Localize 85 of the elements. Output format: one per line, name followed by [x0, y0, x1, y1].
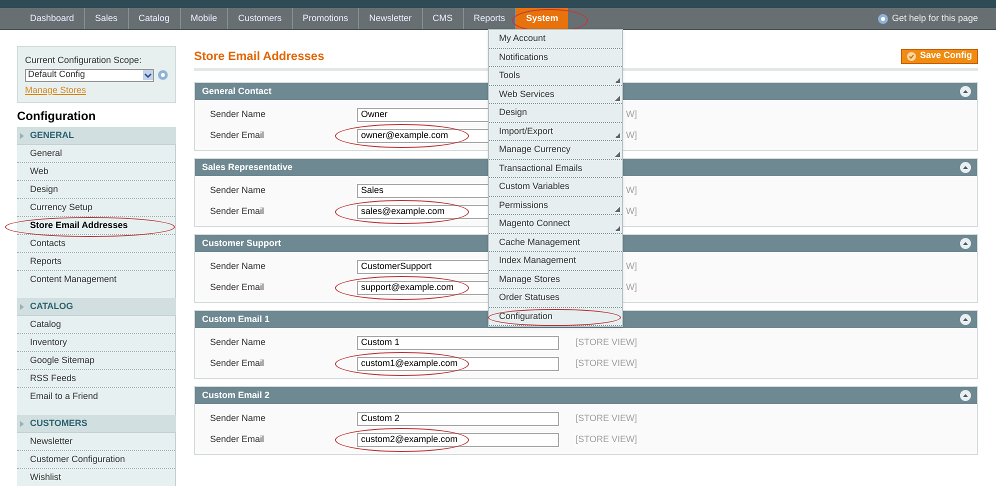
- sidebar-item[interactable]: Currency Setup: [17, 199, 175, 217]
- field-label: Sender Name: [209, 336, 267, 350]
- sidebar-item[interactable]: Inventory: [17, 334, 175, 352]
- sidebar-item[interactable]: Web: [17, 163, 175, 181]
- nav-tab[interactable]: Mobile: [180, 8, 228, 29]
- menu-item[interactable]: Order Statuses: [489, 289, 622, 308]
- sidebar-item[interactable]: Contacts: [17, 235, 175, 253]
- field-label: Sender Email: [209, 129, 266, 142]
- scope-label: W]: [626, 129, 637, 142]
- expand-arrow-icon: [20, 304, 24, 310]
- field-label: Sender Email: [209, 205, 266, 218]
- menu-item[interactable]: Tools: [489, 67, 622, 86]
- help-icon: [878, 14, 888, 24]
- help-link[interactable]: Get help for this page: [892, 12, 978, 26]
- expand-arrow-icon: [20, 420, 24, 426]
- menu-item[interactable]: Transactional Emails: [489, 160, 622, 178]
- sidebar-item[interactable]: RSS Feeds: [17, 370, 175, 388]
- menu-item[interactable]: Notifications: [489, 48, 622, 67]
- section-title: Custom Email 1: [202, 312, 270, 326]
- text-field[interactable]: Custom 2: [357, 412, 559, 426]
- sidebar-item[interactable]: Google Sitemap: [17, 352, 175, 370]
- field-label: Sender Email: [209, 357, 266, 370]
- menu-item[interactable]: Cache Management: [489, 234, 622, 252]
- scope-label: [STORE VIEW]: [576, 357, 637, 370]
- section-title: Custom Email 2: [202, 388, 270, 402]
- sidebar-item[interactable]: Customer Configuration: [17, 451, 175, 469]
- menu-item[interactable]: Index Management: [489, 252, 622, 270]
- collapse-icon[interactable]: [960, 314, 971, 325]
- section-title: Customer Support: [202, 236, 282, 250]
- section-title: General Contact: [202, 84, 272, 98]
- page-title: Store Email Addresses: [194, 48, 324, 65]
- scope-label: [STORE VIEW]: [576, 336, 637, 350]
- sidebar-item[interactable]: Newsletter: [17, 433, 175, 451]
- sidebar-item[interactable]: Reports: [17, 253, 175, 271]
- text-field[interactable]: custom1@example.com: [357, 357, 559, 371]
- field-label: Sender Name: [209, 108, 267, 122]
- sidebar-item[interactable]: Catalog: [17, 316, 175, 334]
- dropdown-icon: [143, 70, 154, 80]
- menu-item[interactable]: Manage Stores: [489, 270, 622, 289]
- scope-select[interactable]: Default Config: [25, 68, 154, 82]
- scope-label: W]: [626, 260, 637, 274]
- menu-item[interactable]: Configuration: [489, 308, 622, 326]
- text-field[interactable]: custom2@example.com: [357, 433, 559, 447]
- menu-item[interactable]: Import/Export: [489, 122, 622, 141]
- sidebar-item[interactable]: Content Management: [17, 271, 175, 289]
- collapse-icon[interactable]: [960, 390, 971, 401]
- nav-tab[interactable]: Customers: [228, 8, 293, 29]
- text-field[interactable]: Custom 1: [357, 336, 559, 350]
- scope-label: W]: [626, 281, 637, 294]
- nav-tab[interactable]: Dashboard: [20, 8, 86, 29]
- scope-label: [STORE VIEW]: [576, 412, 637, 426]
- scope-label: W]: [626, 108, 637, 122]
- scope-label: [STORE VIEW]: [576, 433, 637, 446]
- nav-tab[interactable]: Promotions: [292, 8, 360, 29]
- sidebar-item[interactable]: Store Email Addresses: [17, 217, 175, 235]
- scope-label: W]: [626, 184, 637, 198]
- collapse-icon[interactable]: [960, 162, 971, 173]
- nav-tab[interactable]: Sales: [85, 8, 129, 29]
- scope-label: W]: [626, 205, 637, 218]
- section-title: Sales Representative: [202, 160, 293, 174]
- field-label: Sender Name: [209, 412, 267, 426]
- scope-label: Current Configuration Scope:: [25, 54, 143, 67]
- sidebar-item[interactable]: Design: [17, 181, 175, 199]
- field-label: Sender Email: [209, 433, 266, 446]
- menu-item[interactable]: Magento Connect: [489, 215, 622, 234]
- menu-item[interactable]: My Account: [489, 30, 622, 48]
- menu-item[interactable]: Custom Variables: [489, 178, 622, 196]
- menu-item[interactable]: Permissions: [489, 196, 622, 215]
- scope-value: Default Config: [28, 68, 86, 82]
- nav-tab[interactable]: CMS: [422, 8, 464, 29]
- expand-arrow-icon: [20, 132, 24, 138]
- nav-tab[interactable]: Newsletter: [359, 8, 423, 29]
- menu-item[interactable]: Manage Currency: [489, 141, 622, 160]
- check-icon: [906, 52, 916, 60]
- menu-item[interactable]: Web Services: [489, 86, 622, 104]
- nav-tab[interactable]: Catalog: [128, 8, 181, 29]
- field-label: Sender Name: [209, 184, 267, 198]
- sidebar-item[interactable]: Wishlist: [17, 469, 175, 486]
- field-label: Sender Name: [209, 260, 267, 274]
- collapse-icon[interactable]: [960, 86, 971, 97]
- collapse-icon[interactable]: [960, 238, 971, 249]
- field-label: Sender Email: [209, 281, 266, 294]
- sidebar-item[interactable]: Email to a Friend: [17, 388, 175, 406]
- menu-item[interactable]: Design: [489, 104, 622, 122]
- sidebar-item[interactable]: General: [17, 145, 175, 163]
